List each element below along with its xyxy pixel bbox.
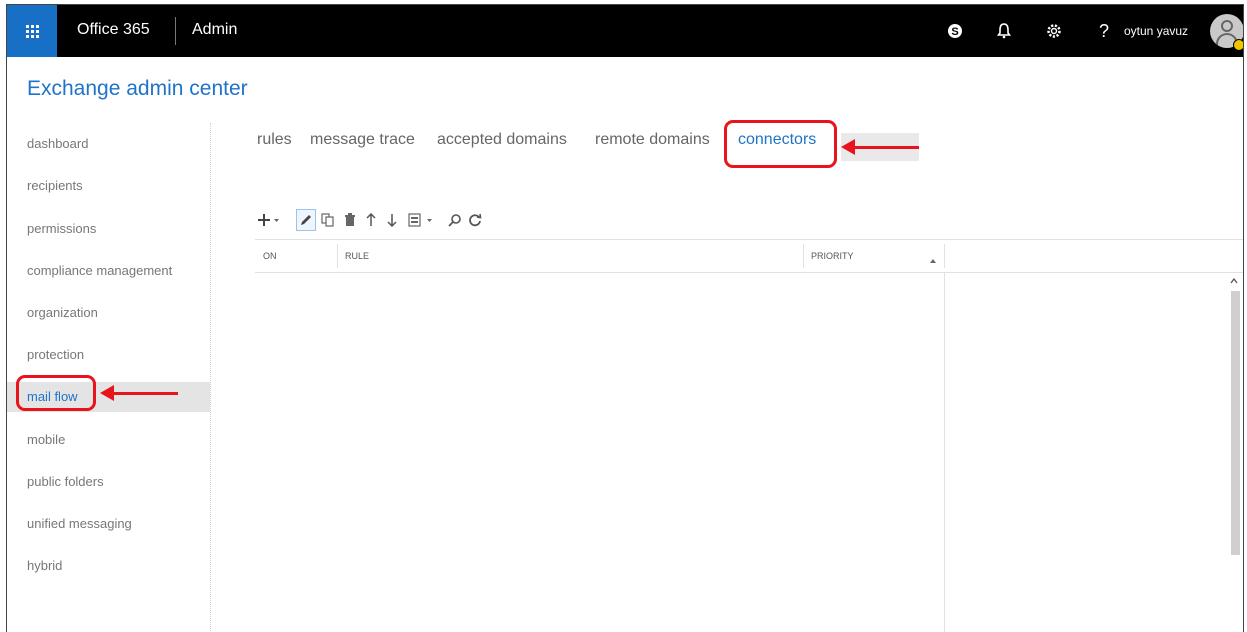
sidebar-item-compliance-management[interactable]: compliance management [7, 256, 210, 286]
username[interactable]: oytun yavuz [1124, 24, 1188, 38]
add-icon[interactable] [257, 209, 283, 231]
tab-message-trace[interactable]: message trace [310, 131, 415, 149]
brand-link[interactable]: Office 365 [77, 21, 150, 39]
help-icon[interactable]: ? [1093, 20, 1115, 42]
search-icon[interactable] [445, 209, 465, 231]
arrow-shaft [853, 146, 919, 149]
page-title: Exchange admin center [27, 77, 248, 100]
tab-rules[interactable]: rules [257, 131, 292, 149]
move-down-icon[interactable] [382, 209, 402, 231]
sidebar-item-public-folders[interactable]: public folders [7, 467, 210, 497]
status-badge [1233, 39, 1243, 51]
details-scrollbar[interactable] [1229, 277, 1241, 632]
edit-icon[interactable] [296, 209, 316, 231]
column-header-rule[interactable]: RULE [337, 240, 803, 272]
tab-remote-domains[interactable]: remote domains [595, 131, 710, 149]
browser-frame: Office 365 Admin S ? oytun yavuz Exchang… [6, 4, 1244, 632]
column-header-priority[interactable]: PRIORITY [803, 240, 943, 272]
details-pane-divider [944, 273, 945, 632]
bell-icon[interactable] [993, 20, 1015, 42]
scroll-up-icon[interactable] [1230, 277, 1238, 288]
sidebar-item-mobile[interactable]: mobile [7, 425, 210, 455]
top-bar: Office 365 Admin S ? oytun yavuz [7, 5, 1243, 57]
highlight-box-connectors [724, 120, 837, 168]
tab-accepted-domains[interactable]: accepted domains [437, 131, 567, 149]
sidebar-item-unified-messaging[interactable]: unified messaging [7, 509, 210, 539]
section-title[interactable]: Admin [192, 21, 237, 39]
sidebar-item-permissions[interactable]: permissions [7, 214, 210, 244]
gear-icon[interactable] [1043, 20, 1065, 42]
grid-header: ON RULE PRIORITY [255, 239, 1243, 273]
move-up-icon[interactable] [361, 209, 381, 231]
report-icon[interactable] [407, 209, 437, 231]
waffle-icon[interactable] [7, 5, 57, 57]
delete-icon[interactable] [340, 209, 360, 231]
sidebar-item-recipients[interactable]: recipients [7, 171, 210, 201]
skype-icon[interactable]: S [944, 20, 966, 42]
sidebar-item-organization[interactable]: organization [7, 298, 210, 328]
sidebar-item-dashboard[interactable]: dashboard [7, 129, 210, 159]
svg-text:S: S [951, 26, 958, 38]
scrollbar-thumb[interactable] [1231, 291, 1240, 555]
topbar-separator [175, 17, 176, 45]
copy-icon[interactable] [318, 209, 338, 231]
sort-ascending-icon[interactable] [929, 252, 937, 270]
highlight-box-mail-flow [16, 375, 96, 411]
column-separator [944, 244, 945, 268]
refresh-icon[interactable] [465, 209, 485, 231]
arrow-shaft [112, 392, 178, 395]
sidebar-item-hybrid[interactable]: hybrid [7, 551, 210, 581]
sidebar-item-protection[interactable]: protection [7, 340, 210, 370]
column-header-on[interactable]: ON [255, 240, 337, 272]
